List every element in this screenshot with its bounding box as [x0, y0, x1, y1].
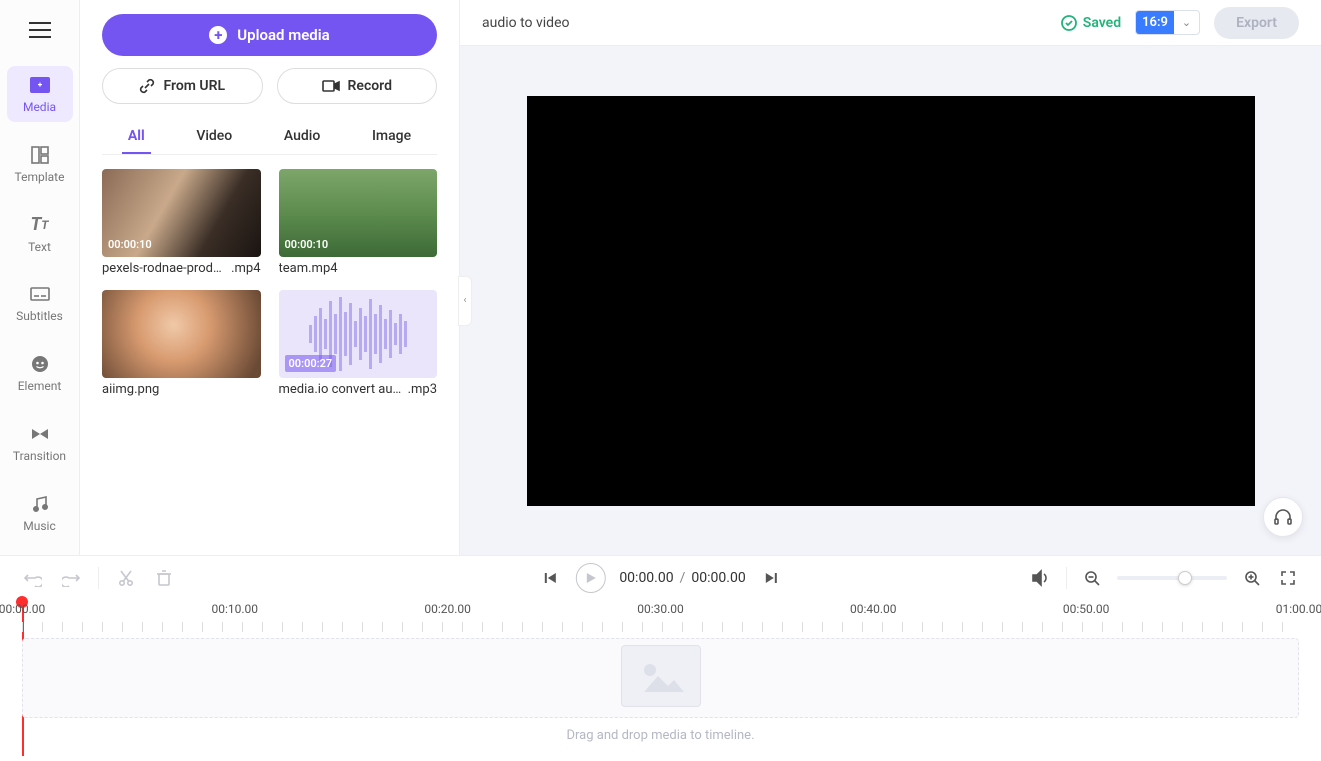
sidebar-item-label: Media	[23, 100, 56, 114]
timeline-ruler[interactable]: 00:00.00 00:10.00 00:20.00 00:30.00 00:4…	[0, 602, 1321, 632]
timeline-area: 00:00.00/00:00.00	[0, 555, 1321, 761]
upload-label: Upload media	[237, 26, 329, 44]
upload-media-button[interactable]: + Upload media	[102, 14, 437, 56]
tab-video[interactable]: Video	[190, 120, 238, 154]
playback-timecode: 00:00.00/00:00.00	[619, 570, 745, 586]
check-circle-icon	[1061, 15, 1077, 31]
sidebar-item-template[interactable]: Template	[7, 136, 73, 192]
delete-button[interactable]	[153, 567, 175, 589]
subtitles-icon	[29, 283, 51, 305]
project-title-input[interactable]	[482, 15, 660, 31]
record-button[interactable]: Record	[277, 68, 438, 104]
media-item[interactable]: 00:00:10 pexels-rodnae-prod… .mp4	[102, 169, 261, 276]
from-url-button[interactable]: From URL	[102, 68, 263, 104]
top-bar: Saved 16:9 ⌄ Export	[460, 0, 1321, 46]
collapse-panel-button[interactable]: ‹	[458, 276, 472, 326]
media-item[interactable]: 00:00:10 team.mp4	[279, 169, 438, 276]
zoom-out-button[interactable]	[1081, 567, 1103, 589]
media-item-name: media.io convert au…	[279, 382, 404, 397]
ruler-label: 00:00.00	[0, 602, 45, 616]
sidebar-item-label: Text	[28, 240, 51, 254]
redo-button[interactable]	[60, 567, 82, 589]
zoom-slider[interactable]	[1117, 576, 1227, 580]
sidebar-item-text[interactable]: TT Text	[7, 206, 73, 262]
zoom-in-button[interactable]	[1241, 567, 1263, 589]
drop-hint: Drag and drop media to timeline.	[0, 728, 1321, 743]
left-rail: Media Template TT Text Subtitles Element	[0, 0, 80, 555]
plus-icon: +	[209, 26, 227, 44]
prev-frame-button[interactable]	[539, 567, 561, 589]
ruler-label: 00:10.00	[211, 602, 258, 616]
hamburger-button[interactable]	[16, 12, 64, 48]
media-item-ext: .mp3	[408, 382, 437, 397]
headphones-icon	[1273, 507, 1293, 527]
sidebar-item-transition[interactable]: Transition	[7, 415, 73, 471]
sidebar-item-music[interactable]: Music	[7, 485, 73, 541]
aspect-ratio-dropdown[interactable]: 16:9 ⌄	[1135, 10, 1200, 35]
library-tabs: All Video Audio Image	[102, 120, 437, 155]
main-area: Saved 16:9 ⌄ Export ‹	[460, 0, 1321, 555]
media-item-duration: 00:00:10	[108, 238, 152, 251]
saved-status: Saved	[1061, 15, 1121, 31]
sidebar-item-element[interactable]: Element	[7, 345, 73, 401]
timeline-track[interactable]	[22, 638, 1299, 718]
transition-icon	[29, 423, 51, 445]
music-icon	[29, 493, 51, 515]
link-icon	[139, 78, 155, 94]
export-button[interactable]: Export	[1214, 7, 1299, 39]
from-url-label: From URL	[163, 78, 225, 94]
cut-button[interactable]	[115, 567, 137, 589]
tab-image[interactable]: Image	[366, 120, 417, 154]
element-icon	[29, 353, 51, 375]
sidebar-item-label: Subtitles	[16, 309, 63, 323]
volume-button[interactable]	[1030, 567, 1052, 589]
ruler-label: 00:30.00	[637, 602, 684, 616]
sidebar-item-label: Template	[15, 170, 65, 184]
text-icon: TT	[29, 214, 51, 236]
media-panel: + Upload media From URL Record All Video…	[80, 0, 460, 555]
media-item-name: team.mp4	[279, 261, 338, 276]
media-grid: 00:00:10 pexels-rodnae-prod… .mp4 00:00:…	[102, 169, 437, 397]
ruler-label: 01:00.00	[1276, 602, 1321, 616]
media-item-duration: 00:00:27	[285, 355, 337, 372]
tab-audio[interactable]: Audio	[278, 120, 326, 154]
media-item-duration: 00:00:10	[285, 238, 329, 251]
ruler-label: 00:50.00	[1063, 602, 1110, 616]
record-icon	[322, 79, 340, 93]
tool-row: 00:00.00/00:00.00	[0, 556, 1321, 600]
sidebar-item-label: Transition	[13, 449, 66, 463]
ruler-label: 00:20.00	[424, 602, 471, 616]
next-frame-button[interactable]	[760, 567, 782, 589]
ruler-label: 00:40.00	[850, 602, 897, 616]
sidebar-item-label: Element	[18, 379, 62, 393]
media-icon	[29, 74, 51, 96]
sidebar-item-media[interactable]: Media	[7, 66, 73, 122]
media-item-name: aiimg.png	[102, 382, 159, 397]
timeline-placeholder	[621, 645, 701, 707]
canvas-wrap: ‹	[460, 46, 1321, 555]
sidebar-item-subtitles[interactable]: Subtitles	[7, 276, 73, 332]
aspect-ratio-value: 16:9	[1136, 11, 1174, 34]
template-icon	[29, 144, 51, 166]
chevron-down-icon: ⌄	[1174, 12, 1199, 33]
media-item-name: pexels-rodnae-prod…	[102, 261, 227, 276]
video-canvas[interactable]	[527, 96, 1255, 506]
fit-button[interactable]	[1277, 567, 1299, 589]
media-item-ext: .mp4	[231, 261, 260, 276]
saved-label: Saved	[1083, 15, 1121, 31]
current-time: 00:00.00	[619, 570, 673, 586]
media-item[interactable]: aiimg.png	[102, 290, 261, 397]
play-button[interactable]	[575, 563, 605, 593]
help-button[interactable]	[1263, 497, 1303, 537]
total-time: 00:00.00	[691, 570, 745, 586]
undo-button[interactable]	[22, 567, 44, 589]
sidebar-item-label: Music	[23, 519, 55, 533]
media-item[interactable]: 00:00:27 media.io convert au… .mp3	[279, 290, 438, 397]
record-label: Record	[348, 78, 392, 94]
tab-all[interactable]: All	[122, 120, 151, 154]
